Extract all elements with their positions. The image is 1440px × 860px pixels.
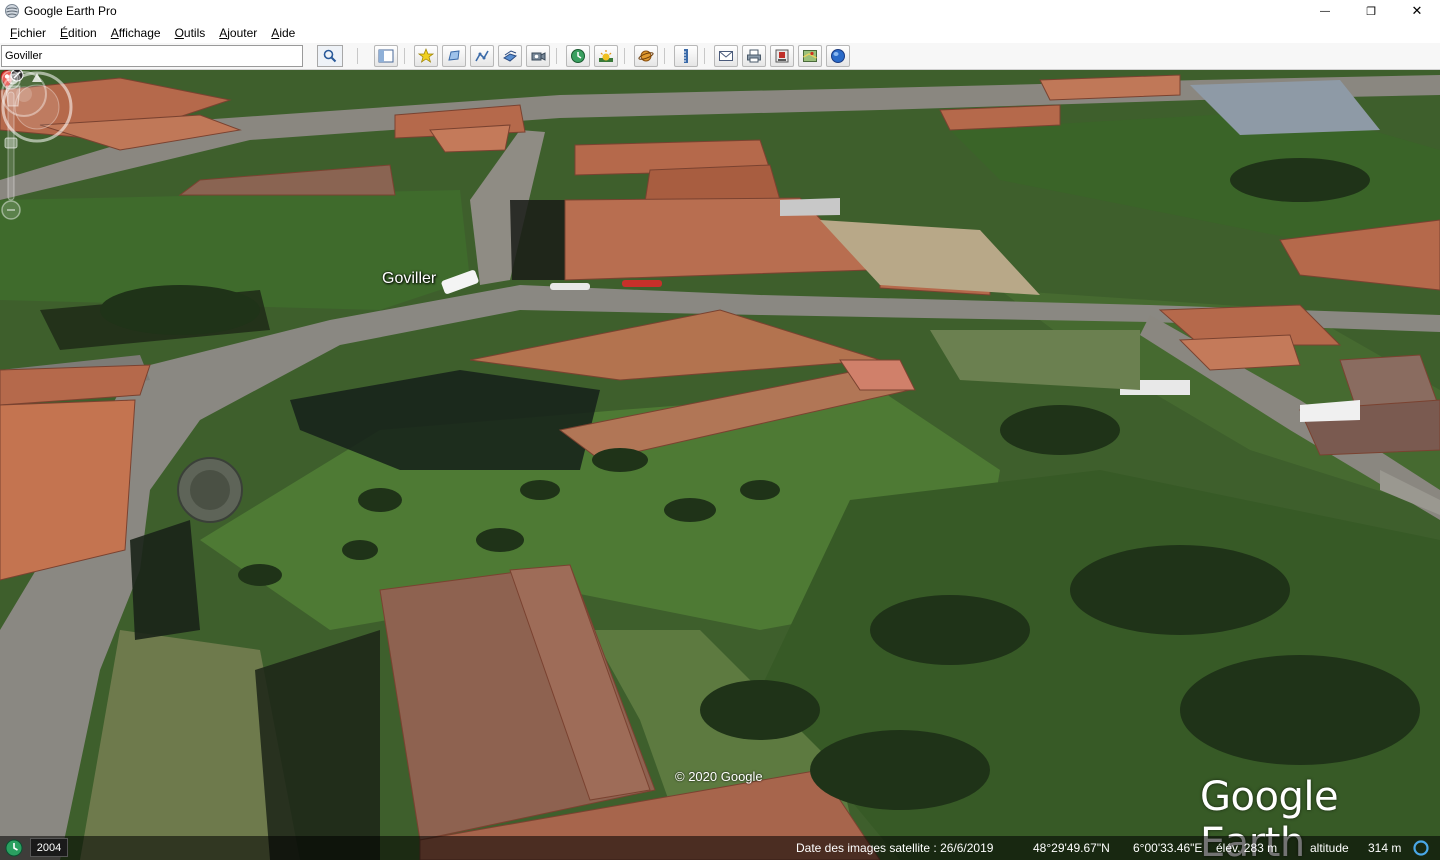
sunlight-button[interactable] (594, 45, 618, 67)
menu-ajouter-label: jouter (227, 25, 258, 40)
email-button[interactable] (714, 45, 738, 67)
sign-in-icon (831, 49, 845, 63)
sign-in-button[interactable] (826, 45, 850, 67)
toolbar-separator (556, 48, 557, 64)
close-button[interactable]: ✕ (1394, 0, 1440, 22)
restore-icon: ❐ (1366, 5, 1376, 18)
sidebar-toggle-icon (378, 49, 394, 63)
toolbar-separator (404, 48, 405, 64)
add-polygon-button[interactable] (442, 45, 466, 67)
view-in-maps-button[interactable] (798, 45, 822, 67)
planets-icon (638, 50, 654, 62)
add-image-overlay-button[interactable] (498, 45, 522, 67)
record-tour-icon (531, 52, 546, 61)
ruler-button[interactable] (674, 45, 698, 67)
menu-edition-label: dition (68, 25, 97, 40)
save-image-icon (775, 49, 789, 63)
add-image-overlay-icon (503, 50, 518, 62)
streaming-status-icon (1413, 840, 1429, 856)
menu-edition-accel: É (60, 25, 69, 40)
minimize-button[interactable]: — (1302, 0, 1348, 22)
altitude-value: 314 m (1368, 841, 1402, 855)
sidebar-toggle-button[interactable] (374, 45, 398, 67)
imagery-date: Date des images satellite : 26/6/2019 (796, 841, 994, 855)
menu-fichier-label: ichier (17, 25, 47, 40)
altitude-label: altitude (1310, 841, 1349, 855)
minimize-icon: — (1320, 5, 1330, 17)
add-placemark-button[interactable] (414, 45, 438, 67)
add-polygon-icon (448, 50, 460, 61)
menu-outils[interactable]: Outils (168, 26, 213, 40)
menu-outils-accel: O (174, 25, 184, 40)
elevation-readout: élév. 283 m (1216, 841, 1278, 855)
save-image-button[interactable] (770, 45, 794, 67)
menu-bar: Fichier Édition Affichage Outils Ajouter… (0, 22, 1440, 43)
status-bar: 2004 Date des images satellite : 26/6/20… (0, 836, 1440, 860)
toolbar-separator (357, 48, 358, 64)
imagery-year-badge[interactable]: 2004 (30, 838, 68, 857)
close-icon: ✕ (1411, 3, 1423, 18)
window-controls: — ❐ ✕ (1302, 0, 1440, 22)
menu-outils-label: utils (183, 25, 206, 40)
longitude-readout: 6°00'33.46"E (1133, 841, 1203, 855)
historical-imagery-button[interactable] (566, 45, 590, 67)
toolbar (0, 43, 1440, 70)
menu-fichier[interactable]: Fichier (3, 26, 53, 40)
view-in-maps-icon (803, 50, 817, 62)
maximize-button[interactable]: ❐ (1348, 0, 1394, 22)
toolbar-separator (704, 48, 705, 64)
planets-button[interactable] (634, 45, 658, 67)
earth-3d-view[interactable]: Goviller © 2020 Google Google Earth (0, 70, 1440, 860)
search-button[interactable] (317, 45, 343, 67)
menu-affichage[interactable]: Affichage (104, 26, 168, 40)
google-earth-window: Google Earth Pro — ❐ ✕ Fichier Édition A… (0, 0, 1440, 860)
menu-aide-label: ide (279, 25, 296, 40)
record-tour-button[interactable] (526, 45, 550, 67)
search-icon (323, 49, 337, 63)
window-title: Google Earth Pro (24, 4, 117, 18)
zoom-slider[interactable] (0, 70, 22, 220)
sunlight-icon (599, 50, 613, 62)
placemark-label[interactable]: Goviller (382, 270, 436, 288)
google-earth-app-icon (5, 4, 19, 18)
menu-aide[interactable]: Aide (264, 26, 302, 40)
add-placemark-icon (418, 48, 434, 63)
imagery-copyright: © 2020 Google (675, 769, 763, 784)
ruler-icon (684, 49, 688, 63)
satellite-imagery (0, 70, 1440, 860)
historical-imagery-status-icon[interactable] (5, 839, 23, 857)
search-input[interactable] (1, 45, 303, 67)
email-icon (719, 51, 733, 61)
toolbar-separator (664, 48, 665, 64)
title-bar: Google Earth Pro — ❐ ✕ (0, 0, 1440, 22)
latitude-readout: 48°29'49.67"N (1033, 841, 1110, 855)
menu-ajouter[interactable]: Ajouter (212, 26, 264, 40)
menu-affichage-label: ffichage (118, 25, 161, 40)
add-path-icon (475, 50, 489, 62)
menu-affichage-accel: A (110, 25, 119, 40)
print-icon (747, 49, 761, 63)
historical-imagery-icon (571, 49, 585, 63)
menu-edition[interactable]: Édition (53, 26, 104, 40)
print-button[interactable] (742, 45, 766, 67)
add-path-button[interactable] (470, 45, 494, 67)
toolbar-separator (624, 48, 625, 64)
